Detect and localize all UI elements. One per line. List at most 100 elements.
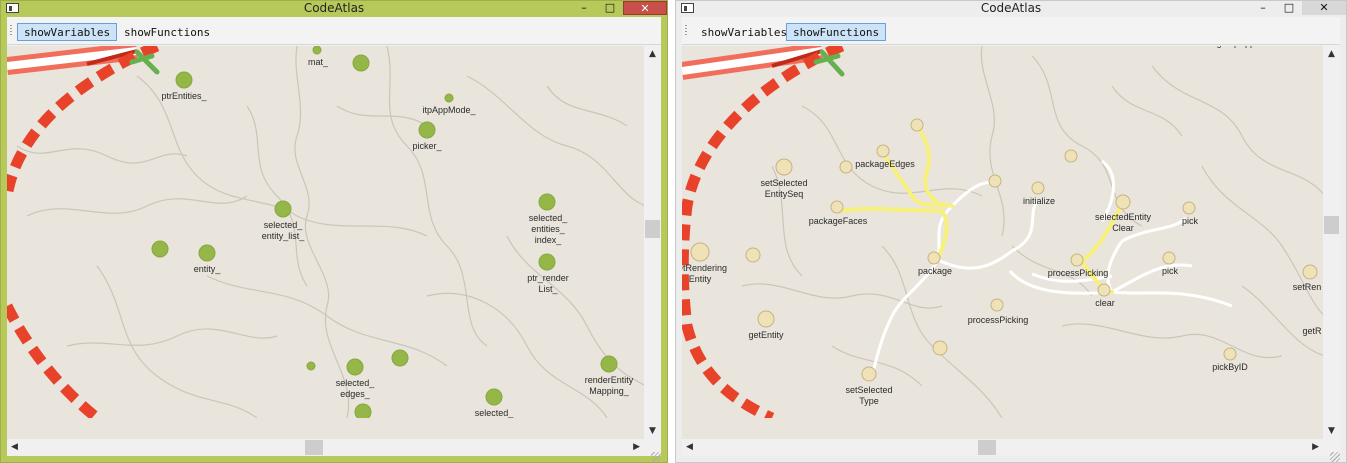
map-label: getEntity [748, 330, 784, 340]
close-button[interactable]: ✕ [623, 1, 667, 15]
map-label: entities_ [531, 224, 566, 234]
close-button[interactable]: ✕ [1302, 1, 1346, 15]
map-label: selected_ [264, 220, 304, 230]
map-label: setSelected [760, 178, 807, 188]
map-label: Entity [689, 274, 712, 284]
variable-node [312, 46, 322, 55]
code-map-view[interactable]: mat_ ptrEntities_ itpAppMode_ picker_ se… [7, 46, 644, 439]
function-node [1031, 181, 1045, 195]
function-node [1162, 251, 1176, 265]
scroll-right-arrow-icon[interactable]: ▶ [1312, 442, 1319, 452]
variable-node [198, 244, 216, 262]
map-label: processPicking [1048, 268, 1109, 278]
toolbar-grip-icon[interactable] [685, 25, 687, 37]
map-label: Clear [1112, 223, 1134, 233]
scroll-down-arrow-icon[interactable]: ▼ [644, 426, 661, 436]
show-variables-button[interactable]: showVariables [17, 23, 118, 41]
variable-node [538, 253, 556, 271]
maximize-button[interactable]: □ [1276, 1, 1302, 15]
map-label: getRendering [682, 263, 727, 273]
variable-node [354, 403, 372, 421]
size-grip-icon[interactable] [651, 452, 661, 462]
function-node [990, 298, 1004, 312]
function-node [1115, 194, 1131, 210]
function-node [775, 158, 793, 176]
show-functions-button[interactable]: showFunctions [786, 23, 887, 41]
vertical-scroll-thumb[interactable] [1324, 216, 1339, 234]
map-label: packageFaces [809, 216, 868, 226]
scroll-left-arrow-icon[interactable]: ◀ [11, 442, 18, 452]
minimize-button[interactable]: – [571, 1, 597, 15]
variable-node [391, 349, 409, 367]
map-label: selected_ [336, 378, 376, 388]
map-label: processPicking [968, 315, 1029, 325]
map-label: entity_list_ [262, 231, 306, 241]
function-node [876, 144, 890, 158]
function-node [839, 160, 853, 174]
function-node [1182, 201, 1196, 215]
map-label: clear [1095, 298, 1115, 308]
map-label: edges_ [340, 389, 371, 399]
toolbar-grip-icon[interactable] [10, 25, 12, 37]
title-bar[interactable]: CodeAtlas – □ ✕ [676, 1, 1346, 17]
toolbar: showVariables showFunctions [682, 17, 1340, 45]
map-label: selectedEntity [1095, 212, 1152, 222]
function-node [830, 200, 844, 214]
variable-node [485, 388, 503, 406]
map-label: Type [859, 396, 879, 406]
variable-node [175, 71, 193, 89]
variable-node [418, 121, 436, 139]
toolbar: showVariables showFunctions [7, 17, 661, 45]
code-map-canvas[interactable]: getItpAppMode packageEdges setSelected E… [682, 46, 1323, 424]
map-label: selected_ [529, 213, 569, 223]
map-label: package [918, 266, 952, 276]
function-node [745, 247, 761, 263]
variable-node [306, 361, 316, 371]
code-map-canvas[interactable]: mat_ ptrEntities_ itpAppMode_ picker_ se… [7, 46, 644, 423]
variable-node [151, 240, 169, 258]
vertical-scrollbar[interactable]: ▲ ▼ [1323, 46, 1340, 439]
map-label: ptr_render [527, 273, 569, 283]
function-node [927, 251, 941, 265]
maximize-button[interactable]: □ [597, 1, 623, 15]
minimize-button[interactable]: – [1250, 1, 1276, 15]
map-label: renderEntity [585, 375, 634, 385]
title-bar[interactable]: CodeAtlas – □ ✕ [1, 1, 667, 17]
map-label: index_ [535, 235, 563, 245]
size-grip-icon[interactable] [1330, 452, 1340, 462]
map-label: ptrEntities_ [161, 91, 207, 101]
variable-node [538, 193, 556, 211]
scroll-right-arrow-icon[interactable]: ▶ [633, 442, 640, 452]
map-label: picker_ [412, 141, 442, 151]
vertical-scroll-thumb[interactable] [645, 220, 660, 238]
map-label: packageEdges [855, 159, 915, 169]
code-map-view[interactable]: getItpAppMode packageEdges setSelected E… [682, 46, 1323, 439]
scroll-up-arrow-icon[interactable]: ▲ [644, 49, 661, 59]
function-node [910, 118, 924, 132]
function-node [861, 366, 877, 382]
show-functions-button[interactable]: showFunctions [117, 23, 217, 41]
scroll-up-arrow-icon[interactable]: ▲ [1323, 49, 1340, 59]
map-label: pick [1182, 216, 1199, 226]
function-node [1064, 149, 1078, 163]
map-label: getR [1302, 326, 1322, 336]
map-label: pickByID [1212, 362, 1248, 372]
map-label: Mapping_ [589, 386, 630, 396]
variable-node [352, 54, 370, 72]
variable-node [600, 355, 618, 373]
scroll-left-arrow-icon[interactable]: ◀ [686, 442, 693, 452]
scroll-down-arrow-icon[interactable]: ▼ [1323, 426, 1340, 436]
function-node [1070, 253, 1084, 267]
variable-node [444, 93, 454, 103]
map-label: setSelected [845, 385, 892, 395]
show-variables-button[interactable]: showVariables [694, 23, 794, 41]
vertical-scrollbar[interactable]: ▲ ▼ [644, 46, 661, 439]
map-label: selected_ [475, 408, 515, 418]
map-label: getItpAppMode [1216, 46, 1277, 48]
client-area: showVariables showFunctions [7, 17, 661, 462]
status-bar [7, 452, 661, 462]
variable-node [274, 200, 292, 218]
map-label: List_ [538, 284, 558, 294]
status-bar [682, 452, 1340, 462]
map-label: entity_ [194, 264, 222, 274]
